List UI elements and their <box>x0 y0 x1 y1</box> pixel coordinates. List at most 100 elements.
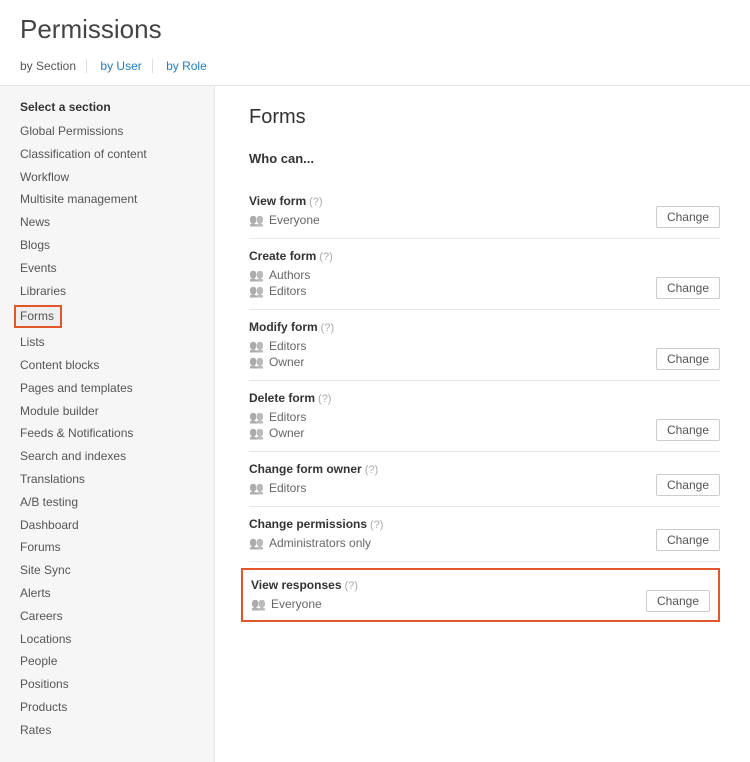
sidebar-item-blogs[interactable]: Blogs <box>20 234 202 257</box>
tab-by-section[interactable]: by Section <box>20 59 87 73</box>
users-icon: 👥 <box>249 536 263 550</box>
sidebar-item-search-and-indexes[interactable]: Search and indexes <box>20 445 202 468</box>
sidebar-item-label: A/B testing <box>20 495 78 509</box>
sidebar-item-locations[interactable]: Locations <box>20 628 202 651</box>
sidebar: Select a section Global Permissions Class… <box>0 86 215 762</box>
permission-role-label: Owner <box>269 426 304 440</box>
permission-title: Change permissions(?) <box>249 517 720 531</box>
help-icon[interactable]: (?) <box>345 580 358 592</box>
help-icon[interactable]: (?) <box>309 196 322 208</box>
sidebar-item-label: Locations <box>20 632 71 646</box>
permission-title-text: View form <box>249 194 306 208</box>
permission-delete-form: Delete form(?)👥Editors👥OwnerChange <box>249 381 720 452</box>
sidebar-item-pages-and-templates[interactable]: Pages and templates <box>20 377 202 400</box>
sidebar-item-feeds-notifications[interactable]: Feeds & Notifications <box>20 422 202 445</box>
permission-title: Modify form(?) <box>249 320 720 334</box>
users-icon: 👥 <box>249 268 263 282</box>
main-heading: Forms <box>249 106 720 129</box>
change-button[interactable]: Change <box>656 474 720 496</box>
users-icon: 👥 <box>251 597 265 611</box>
permission-title-text: Create form <box>249 249 316 263</box>
sidebar-title: Select a section <box>20 100 202 114</box>
users-icon: 👥 <box>249 481 263 495</box>
sidebar-item-label: Pages and templates <box>20 381 133 395</box>
sidebar-item-label: Forums <box>20 540 61 554</box>
permission-title: Create form(?) <box>249 249 720 263</box>
sidebar-item-people[interactable]: People <box>20 650 202 673</box>
permission-role-label: Owner <box>269 355 304 369</box>
help-icon[interactable]: (?) <box>365 464 378 476</box>
permission-change-permissions: Change permissions(?) 👥 Administrators onl… <box>249 507 720 562</box>
permission-role-label: Editors <box>269 410 306 424</box>
permission-title: View form(?) <box>249 194 720 208</box>
change-button[interactable]: Change <box>646 590 710 612</box>
change-button[interactable]: Change <box>656 277 720 299</box>
change-button[interactable]: Change <box>656 529 720 551</box>
change-button[interactable]: Change <box>656 348 720 370</box>
sidebar-item-label: Careers <box>20 609 63 623</box>
sidebar-item-classification-of-content[interactable]: Classification of content <box>20 143 202 166</box>
permission-role-label: Editors <box>269 284 306 298</box>
users-icon: 👥 <box>249 339 263 353</box>
sidebar-item-events[interactable]: Events <box>20 257 202 280</box>
permission-role-row: 👥 Owner <box>249 354 720 370</box>
sidebar-item-libraries[interactable]: Libraries <box>20 280 202 303</box>
sidebar-item-label: Libraries <box>20 284 66 298</box>
permission-role-label: Everyone <box>269 213 320 227</box>
sidebar-item-label: Global Permissions <box>20 124 123 138</box>
permission-title: View responses(?) <box>251 578 710 592</box>
sidebar-item-label: Classification of content <box>20 147 147 161</box>
permission-view-responses: View responses(?)👥EveryoneChange <box>241 568 720 622</box>
change-button[interactable]: Change <box>656 206 720 228</box>
sidebar-item-label: Module builder <box>20 404 99 418</box>
help-icon[interactable]: (?) <box>321 322 334 334</box>
permission-role-label: Administrators only <box>269 536 371 550</box>
sidebar-item-forums[interactable]: Forums <box>20 536 202 559</box>
tab-by-role[interactable]: by Role <box>156 59 217 73</box>
permission-role-label: Editors <box>269 481 306 495</box>
sidebar-item-dashboard[interactable]: Dashboard <box>20 514 202 537</box>
sidebar-item-rates[interactable]: Rates <box>20 719 202 742</box>
sidebar-item-label: Forms <box>14 305 62 328</box>
sidebar-item-translations[interactable]: Translations <box>20 468 202 491</box>
sidebar-item-careers[interactable]: Careers <box>20 605 202 628</box>
change-button[interactable]: Change <box>656 419 720 441</box>
help-icon[interactable]: (?) <box>318 393 331 405</box>
users-icon: 👥 <box>249 355 263 369</box>
sidebar-item-label: Positions <box>20 677 69 691</box>
sidebar-item-label: People <box>20 654 57 668</box>
sidebar-item-label: Events <box>20 261 57 275</box>
sidebar-item-alerts[interactable]: Alerts <box>20 582 202 605</box>
permission-title-text: Change form owner <box>249 462 362 476</box>
sidebar-item-global-permissions[interactable]: Global Permissions <box>20 120 202 143</box>
permission-modify-form: Modify form(?)👥Editors👥OwnerChange <box>249 310 720 381</box>
help-icon[interactable]: (?) <box>319 251 332 263</box>
sidebar-item-label: Products <box>20 700 67 714</box>
permissions-list: View form(?)👥EveryoneChangeCreate form(?… <box>249 184 720 622</box>
sidebar-item-positions[interactable]: Positions <box>20 673 202 696</box>
view-tabs: by Section by User by Role <box>20 59 730 85</box>
page-title: Permissions <box>20 14 730 45</box>
sidebar-item-label: News <box>20 215 50 229</box>
sidebar-item-site-sync[interactable]: Site Sync <box>20 559 202 582</box>
page-header: Permissions by Section by User by Role <box>0 0 750 85</box>
sidebar-item-module-builder[interactable]: Module builder <box>20 400 202 423</box>
sidebar-item-label: Blogs <box>20 238 50 252</box>
sidebar-item-news[interactable]: News <box>20 211 202 234</box>
sidebar-item-lists[interactable]: Lists <box>20 331 202 354</box>
sidebar-item-content-blocks[interactable]: Content blocks <box>20 354 202 377</box>
sidebar-item-multisite-management[interactable]: Multisite management <box>20 188 202 211</box>
sidebar-item-label: Content blocks <box>20 358 99 372</box>
sidebar-item-products[interactable]: Products <box>20 696 202 719</box>
sidebar-item-workflow[interactable]: Workflow <box>20 166 202 189</box>
tab-by-user[interactable]: by User <box>90 59 152 73</box>
users-icon: 👥 <box>249 284 263 298</box>
sidebar-item-label: Multisite management <box>20 192 137 206</box>
sidebar-item-forms[interactable]: Forms <box>20 302 202 331</box>
permission-role-row: 👥Editors <box>249 409 720 425</box>
sidebar-item-label: Feeds & Notifications <box>20 426 133 440</box>
sidebar-item-a-b-testing[interactable]: A/B testing <box>20 491 202 514</box>
sidebar-item-label: Workflow <box>20 170 69 184</box>
help-icon[interactable]: (?) <box>370 519 383 531</box>
permission-role-row: 👥Everyone <box>249 212 720 228</box>
